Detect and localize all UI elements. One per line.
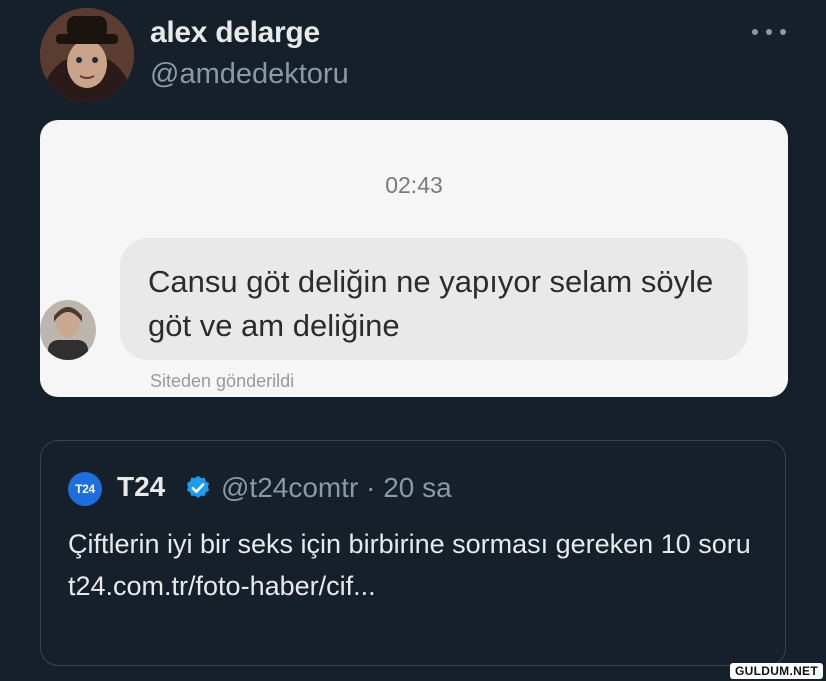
author-name[interactable]: alex delarge — [150, 16, 320, 50]
quoted-tweet[interactable]: T24 T24 @t24comtr · 20 sa Çiftlerin iyi … — [40, 440, 786, 666]
avatar-photo — [40, 8, 134, 102]
sender-avatar — [40, 300, 96, 360]
author-handle[interactable]: @amdedektoru — [150, 58, 349, 91]
watermark: GULDUM.NET — [730, 663, 823, 679]
message-timestamp: 02:43 — [385, 172, 443, 198]
sender-photo — [40, 300, 96, 360]
verified-badge-icon — [186, 475, 210, 498]
dot — [766, 29, 772, 35]
tweet-image[interactable]: 02:43 Cansu göt deliğin ne yapıyor selam… — [40, 120, 788, 397]
quoted-tweet-text: Çiftlerin iyi bir seks için birbirine so… — [68, 529, 751, 601]
quoted-author-name: T24 — [117, 471, 166, 502]
sent-from-label: Siteden gönderildi — [150, 371, 295, 391]
t24-logo-icon: T24 — [68, 472, 102, 506]
dot — [780, 29, 786, 35]
message-text: Cansu göt deliğin ne yapıyor selam söyle… — [148, 264, 714, 343]
quoted-handle-time: @t24comtr · 20 sa — [221, 472, 452, 503]
message-bubble: Cansu göt deliğin ne yapıyor selam söyle… — [120, 238, 748, 360]
author-avatar[interactable] — [40, 8, 134, 102]
more-options-icon[interactable] — [752, 20, 786, 44]
dot — [752, 29, 758, 35]
